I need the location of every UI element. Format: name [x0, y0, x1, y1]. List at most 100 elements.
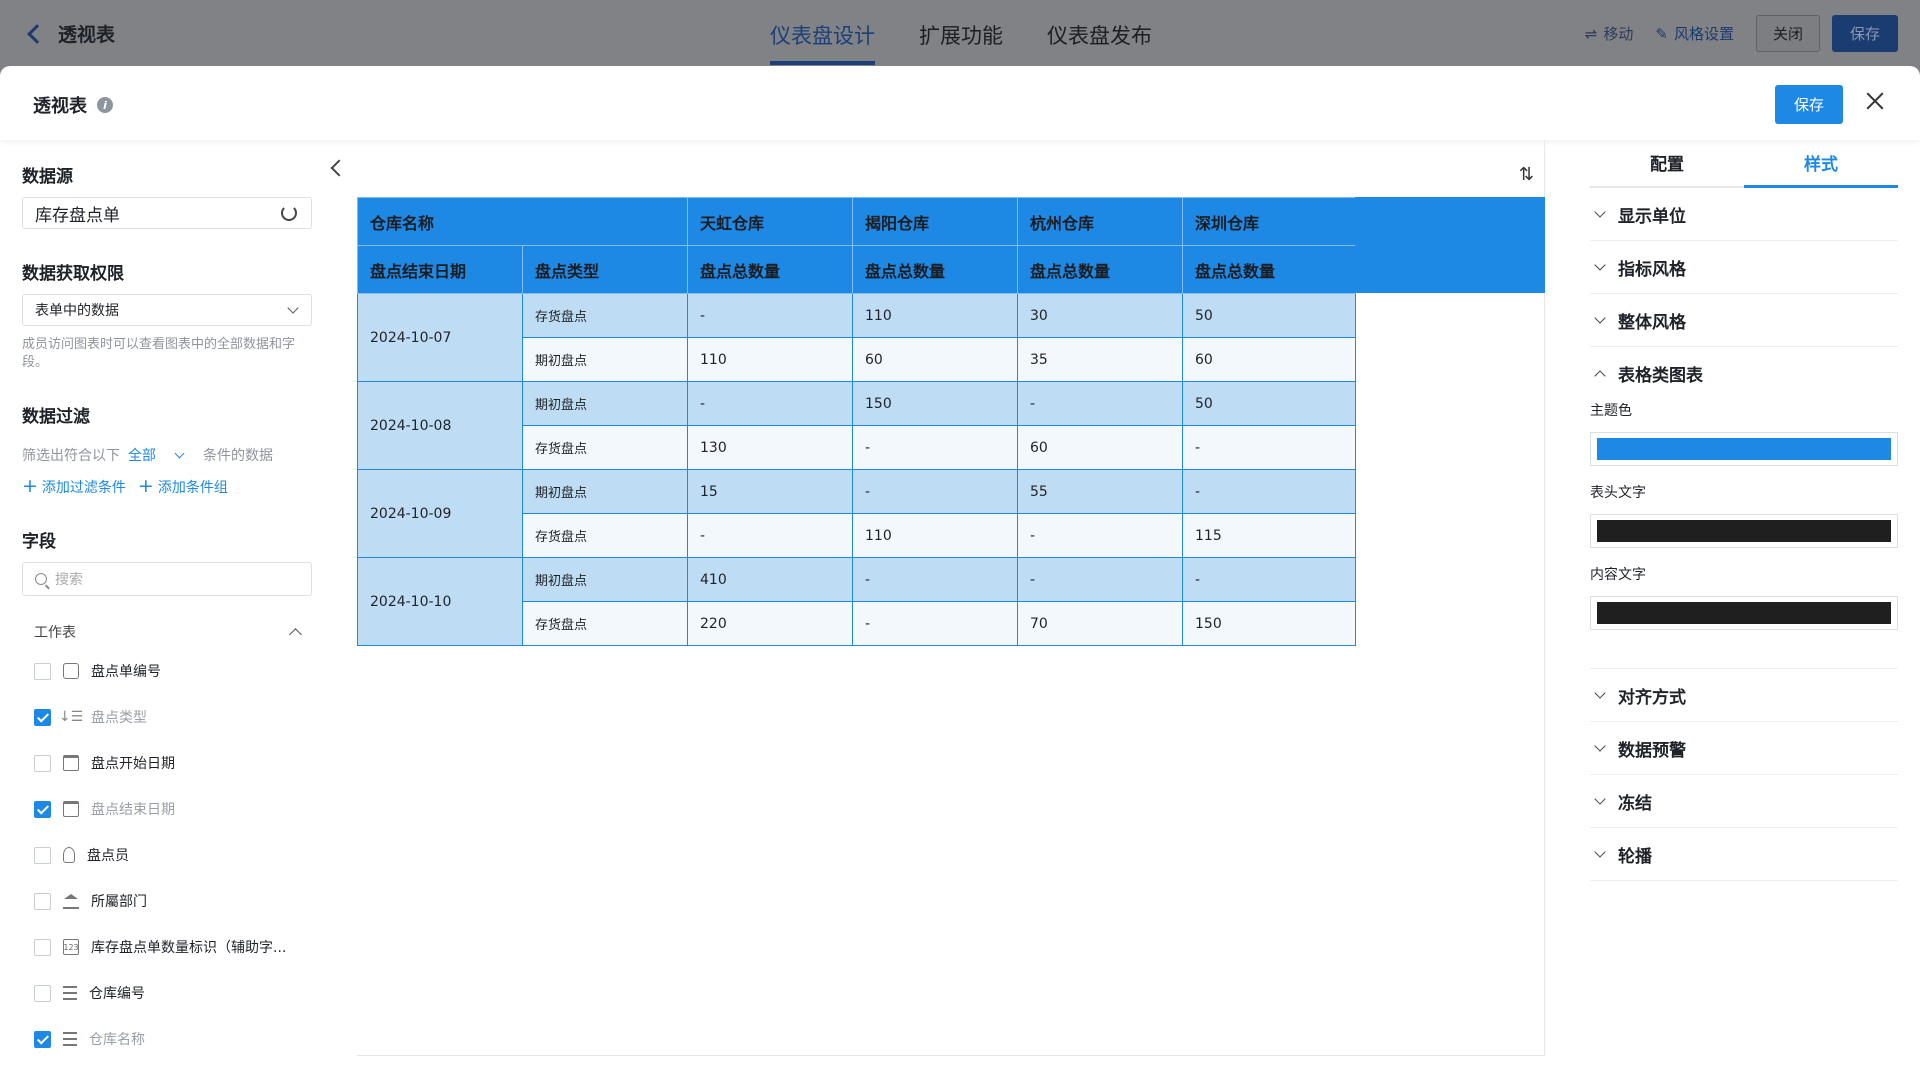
- theme-color-swatch: [1597, 438, 1891, 460]
- checkbox[interactable]: [34, 1030, 51, 1048]
- field-item[interactable]: 仓库名称: [22, 1016, 313, 1062]
- header-fill: [1355, 197, 1545, 293]
- value-cell: 130: [687, 425, 853, 470]
- section-display-unit[interactable]: 显示单位: [1590, 188, 1898, 241]
- style-settings-button[interactable]: ✎ 风格设置: [1655, 23, 1734, 44]
- field-label: 仓库编号: [89, 986, 145, 1002]
- datasource-select[interactable]: 库存盘点单: [22, 197, 312, 229]
- chevron-down-icon[interactable]: [174, 448, 185, 458]
- tab-dashboard-design[interactable]: 仪表盘设计: [770, 0, 875, 66]
- lines-icon: [63, 986, 77, 1000]
- field-item[interactable]: 仓库编号: [22, 970, 313, 1016]
- section-alignment[interactable]: 对齐方式: [1590, 669, 1898, 722]
- value-cell: 110: [687, 337, 853, 382]
- value-cell: -: [687, 293, 853, 338]
- add-filter-button[interactable]: 添加过滤条件: [22, 475, 126, 497]
- content-text-label: 内容文字: [1590, 567, 1646, 583]
- date-cell: 2024-10-09: [357, 469, 523, 558]
- field-item[interactable]: 盘点开始日期: [22, 740, 313, 786]
- field-item[interactable]: 所屬部门: [22, 878, 313, 924]
- info-icon[interactable]: i: [97, 97, 113, 113]
- section-overall-style[interactable]: 整体风格: [1590, 294, 1898, 347]
- modal-save-button[interactable]: 保存: [1774, 85, 1843, 124]
- section-carousel[interactable]: 轮播: [1590, 828, 1898, 881]
- field-search-input[interactable]: 搜索: [22, 562, 312, 596]
- field-item[interactable]: 盘点员: [22, 832, 313, 878]
- field-item[interactable]: 盘点单编号: [22, 648, 313, 694]
- move-label: 移动: [1603, 25, 1634, 43]
- value-cell: -: [852, 601, 1018, 646]
- field-item[interactable]: 123 库存盘点单数量标识（辅助字...: [22, 924, 313, 970]
- calendar-icon: [63, 755, 79, 771]
- swap-axes-icon[interactable]: ⇅: [1519, 164, 1534, 185]
- table-row: 2024-10-08 期初盘点 -150-50: [357, 381, 1356, 470]
- right-tabs: 配置 样式: [1590, 148, 1898, 188]
- checkbox[interactable]: [34, 846, 51, 864]
- measure-header: 盘点总数量: [687, 245, 853, 294]
- filter-mode-select[interactable]: 全部: [128, 445, 156, 465]
- checkbox[interactable]: [34, 708, 51, 726]
- theme-color-picker[interactable]: [1590, 432, 1898, 466]
- checkbox[interactable]: [34, 800, 51, 818]
- field-list: 盘点单编号 ↓☰ 盘点类型 盘点开始日期 盘点结束日期 盘点员 所屬部门 123 库…: [22, 648, 313, 1062]
- section-indicator-style[interactable]: 指标风格: [1590, 241, 1898, 294]
- move-icon: ⇌: [1584, 24, 1598, 43]
- section-data-alert[interactable]: 数据预警: [1590, 722, 1898, 775]
- value-cell: 115: [1182, 513, 1356, 558]
- type-cell: 存货盘点: [522, 513, 688, 558]
- search-placeholder: 搜索: [55, 572, 83, 588]
- doc-icon: [63, 663, 79, 679]
- field-group-header[interactable]: 工作表: [22, 622, 312, 642]
- refresh-icon[interactable]: [281, 205, 297, 221]
- checkbox[interactable]: [34, 892, 51, 910]
- field-label: 盘点类型: [91, 710, 147, 726]
- back-button[interactable]: 透视表: [27, 20, 115, 47]
- corner-top-header: 仓库名称: [357, 197, 688, 246]
- tab-extensions[interactable]: 扩展功能: [919, 0, 1003, 66]
- top-tabs: 仪表盘设计 扩展功能 仪表盘发布: [770, 0, 1152, 66]
- content-text-color-picker[interactable]: [1590, 596, 1898, 630]
- section-freeze[interactable]: 冻结: [1590, 775, 1898, 828]
- table-row: 2024-10-10 期初盘点 410- - -: [357, 557, 1356, 646]
- header-text-label: 表头文字: [1590, 485, 1646, 501]
- bank-icon: [63, 893, 79, 909]
- checkbox[interactable]: [34, 938, 51, 956]
- field-item[interactable]: ↓☰ 盘点类型: [22, 694, 313, 740]
- field-item[interactable]: 盘点结束日期: [22, 786, 313, 832]
- section-label: 对齐方式: [1618, 687, 1686, 708]
- filter-condition-line: 筛选出符合以下 全部 条件的数据: [22, 445, 313, 465]
- value-cell: -: [1182, 469, 1356, 514]
- content-text-swatch: [1597, 602, 1891, 624]
- value-cell: -: [852, 469, 1018, 514]
- brush-icon: ✎: [1655, 24, 1668, 43]
- tab-style[interactable]: 样式: [1744, 148, 1898, 188]
- permission-select[interactable]: 表单中的数据: [22, 294, 312, 326]
- checkbox[interactable]: [34, 754, 51, 772]
- checkbox[interactable]: [34, 984, 51, 1002]
- tab-dashboard-publish[interactable]: 仪表盘发布: [1047, 0, 1152, 66]
- tab-config[interactable]: 配置: [1590, 148, 1744, 186]
- filter-suffix: 条件的数据: [203, 448, 273, 464]
- type-cell: 存货盘点: [522, 601, 688, 646]
- checkbox[interactable]: [34, 662, 51, 680]
- move-button[interactable]: ⇌ 移动: [1585, 23, 1634, 44]
- add-group-button[interactable]: 添加条件组: [138, 475, 228, 497]
- value-cell: -: [1182, 425, 1356, 470]
- section-label: 冻结: [1618, 793, 1652, 814]
- header-text-color-picker[interactable]: [1590, 514, 1898, 548]
- section-table-chart[interactable]: 表格类图表: [1590, 347, 1898, 400]
- value-cell: -: [1017, 381, 1183, 426]
- value-cell: 35: [1017, 337, 1183, 382]
- field-label: 库存盘点单数量标识（辅助字...: [91, 940, 287, 956]
- chevron-up-icon[interactable]: [289, 628, 302, 641]
- close-button[interactable]: 关闭: [1755, 15, 1820, 52]
- top-save-button[interactable]: 保存: [1831, 15, 1898, 52]
- value-cell: -: [687, 381, 853, 426]
- field-label: 盘点开始日期: [91, 756, 175, 772]
- chevron-down-icon: [1594, 793, 1606, 805]
- pivot-grid: 仓库名称 天虹仓库 揭阳仓库 杭州仓库 深圳仓库 盘点结束日期 盘点类型 盘点总…: [357, 197, 1356, 646]
- close-icon[interactable]: [1864, 90, 1886, 112]
- value-cell: 55: [1017, 469, 1183, 514]
- value-cell: -: [852, 425, 1018, 470]
- chart-editor-modal: 透视表 i 保存 数据源 库存盘点单 数据获取权限 表单中的数据 成员访问图表时…: [0, 66, 1920, 1079]
